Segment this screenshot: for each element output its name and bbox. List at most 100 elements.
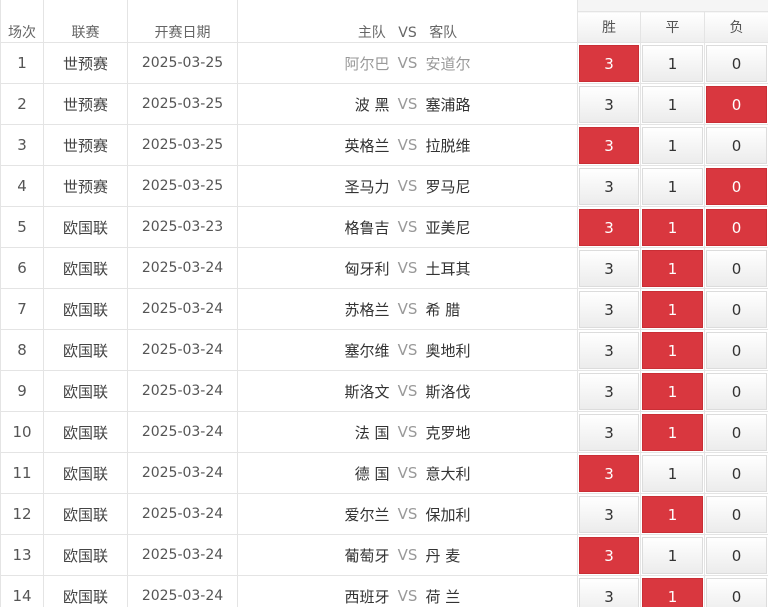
away-team: 安道尔 [425, 54, 471, 73]
match-number: 13 [0, 534, 44, 576]
vs-label: VS [397, 259, 418, 277]
bet-win-button[interactable]: 3 [579, 331, 639, 369]
match-teams: 爱尔兰 VS 保加利 [237, 493, 578, 535]
match-date: 2025-03-25 [127, 83, 238, 125]
bet-draw-button[interactable]: 1 [642, 413, 703, 451]
match-number: 8 [0, 329, 44, 371]
league-name: 世预赛 [43, 165, 128, 207]
match-number: 3 [0, 124, 44, 166]
league-name: 欧国联 [43, 329, 128, 371]
bet-lose-button[interactable]: 0 [706, 577, 768, 607]
away-team: 奥地利 [425, 341, 471, 360]
bet-draw-button[interactable]: 1 [642, 249, 703, 287]
bet-win-button[interactable]: 3 [579, 577, 639, 607]
bet-lose-button[interactable]: 0 [706, 208, 768, 246]
bet-lose-button[interactable]: 0 [706, 413, 768, 451]
match-date: 2025-03-24 [127, 247, 238, 289]
bet-lose-button[interactable]: 0 [706, 167, 768, 205]
vs-label: VS [397, 587, 418, 605]
away-team: 拉脱维 [425, 136, 471, 155]
league-name: 欧国联 [43, 493, 128, 535]
bet-win-button[interactable]: 3 [579, 290, 639, 328]
bet-draw-button[interactable]: 1 [642, 126, 703, 164]
match-teams: 法 国 VS 克罗地 [237, 411, 578, 453]
bet-win-button[interactable]: 3 [579, 454, 639, 492]
table-row: 8 欧国联 2025-03-24 塞尔维 VS 奥地利 3 1 0 [0, 329, 768, 371]
match-teams: 斯洛文 VS 斯洛伐 [237, 370, 578, 412]
header-league: 联赛 [43, 0, 128, 43]
bet-lose-button[interactable]: 0 [706, 44, 768, 82]
bet-win-button[interactable]: 3 [579, 413, 639, 451]
away-team: 罗马尼 [425, 177, 471, 196]
bet-win-button[interactable]: 3 [579, 372, 639, 410]
bet-lose-button[interactable]: 0 [706, 372, 768, 410]
match-date: 2025-03-24 [127, 329, 238, 371]
match-date: 2025-03-25 [127, 165, 238, 207]
league-name: 世预赛 [43, 42, 128, 84]
vs-label: VS [397, 218, 418, 236]
bet-draw-button[interactable]: 1 [642, 454, 703, 492]
match-date: 2025-03-24 [127, 575, 238, 607]
bet-draw-button[interactable]: 1 [642, 372, 703, 410]
bet-win-button[interactable]: 3 [579, 44, 639, 82]
home-team: 圣马力 [344, 177, 390, 196]
bet-draw-button[interactable]: 1 [642, 85, 703, 123]
away-team: 亚美尼 [425, 218, 471, 237]
match-number: 2 [0, 83, 44, 125]
bet-draw-button[interactable]: 1 [642, 44, 703, 82]
home-team: 塞尔维 [344, 341, 390, 360]
table-row: 12 欧国联 2025-03-24 爱尔兰 VS 保加利 3 1 0 [0, 493, 768, 535]
bet-lose-button[interactable]: 0 [706, 249, 768, 287]
bet-win-button[interactable]: 3 [579, 249, 639, 287]
match-teams: 匈牙利 VS 土耳其 [237, 247, 578, 289]
bet-draw-button[interactable]: 1 [642, 167, 703, 205]
match-number: 9 [0, 370, 44, 412]
bet-draw-button[interactable]: 1 [642, 577, 703, 607]
bet-win-button[interactable]: 3 [579, 167, 639, 205]
table-row: 3 世预赛 2025-03-25 英格兰 VS 拉脱维 3 1 0 [0, 124, 768, 166]
table-row: 2 世预赛 2025-03-25 波 黑 VS 塞浦路 3 1 0 [0, 83, 768, 125]
bet-lose-button[interactable]: 0 [706, 495, 768, 533]
match-number: 6 [0, 247, 44, 289]
bet-draw-button[interactable]: 1 [642, 208, 703, 246]
bet-draw-button[interactable]: 1 [642, 331, 703, 369]
header-away: 客队 [429, 25, 458, 41]
header-bet-group [576, 0, 768, 12]
league-name: 欧国联 [43, 411, 128, 453]
vs-label: VS [397, 464, 418, 482]
bet-win-button[interactable]: 3 [579, 208, 639, 246]
bet-draw-button[interactable]: 1 [642, 290, 703, 328]
bet-lose-button[interactable]: 0 [706, 331, 768, 369]
match-rows: 1 世预赛 2025-03-25 阿尔巴 VS 安道尔 3 1 0 2 世预赛 2025-03-25 波… [0, 42, 768, 607]
bet-win-button[interactable]: 3 [579, 126, 639, 164]
home-team: 阿尔巴 [344, 54, 390, 73]
bet-lose-button[interactable]: 0 [706, 126, 768, 164]
table-row: 10 欧国联 2025-03-24 法 国 VS 克罗地 3 1 0 [0, 411, 768, 453]
header-row-top: 场次 联赛 开赛日期 主队 VS 客队 [0, 0, 768, 43]
away-team: 意大利 [425, 464, 471, 483]
bet-lose-button[interactable]: 0 [706, 536, 768, 574]
home-team: 西班牙 [344, 587, 390, 606]
bet-lose-button[interactable]: 0 [706, 290, 768, 328]
bet-lose-button[interactable]: 0 [706, 454, 768, 492]
bet-draw-button[interactable]: 1 [642, 536, 703, 574]
match-table-panel: 场次 联赛 开赛日期 主队 VS 客队 胜 平 负 1 世预赛 2025-03-25… [0, 0, 768, 607]
bet-win-button[interactable]: 3 [579, 536, 639, 574]
away-team: 斯洛伐 [425, 382, 471, 401]
vs-label: VS [397, 382, 418, 400]
match-date: 2025-03-24 [127, 370, 238, 412]
match-teams: 西班牙 VS 荷 兰 [237, 575, 578, 607]
match-number: 12 [0, 493, 44, 535]
bet-win-button[interactable]: 3 [579, 495, 639, 533]
bet-draw-button[interactable]: 1 [642, 495, 703, 533]
match-date: 2025-03-24 [127, 452, 238, 494]
bet-win-button[interactable]: 3 [579, 85, 639, 123]
home-team: 波 黑 [354, 95, 390, 114]
table-row: 1 世预赛 2025-03-25 阿尔巴 VS 安道尔 3 1 0 [0, 42, 768, 84]
league-name: 欧国联 [43, 452, 128, 494]
home-team: 英格兰 [344, 136, 390, 155]
match-date: 2025-03-24 [127, 493, 238, 535]
bet-lose-button[interactable]: 0 [706, 85, 768, 123]
league-name: 欧国联 [43, 575, 128, 607]
away-team: 希 腊 [425, 300, 461, 319]
